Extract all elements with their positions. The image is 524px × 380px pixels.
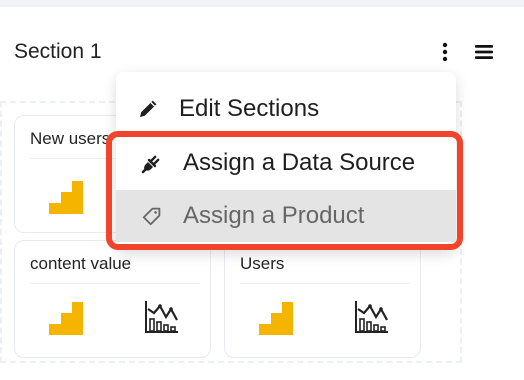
card-title: content value [30,254,132,273]
card-divider [240,283,410,284]
card-divider [30,283,200,284]
pencil-icon [136,97,160,121]
vertical-dots-icon[interactable] [433,40,457,64]
card-title: Users [240,254,285,273]
widget-card-users[interactable]: Users [224,240,421,358]
section-options-menu: Edit Sections Assign a Data Source Assig… [116,72,456,250]
menu-item-label: Assign a Data Source [183,149,416,176]
card-title: New users [30,129,111,148]
plug-icon [140,151,164,175]
menu-item-label: Assign a Product [183,202,365,229]
stairs-icon [45,176,87,218]
menu-item-edit-sections[interactable]: Edit Sections [116,83,456,135]
hamburger-menu-icon[interactable] [472,40,496,64]
stairs-icon [255,297,297,339]
section-title: Section 1 [14,40,102,63]
menu-item-assign-product[interactable]: Assign a Product [116,190,456,242]
menu-item-assign-data-source[interactable]: Assign a Data Source [116,137,456,189]
line-bar-chart-icon [351,295,393,337]
widget-card-content-value[interactable]: content value [14,240,211,358]
line-bar-chart-icon [141,295,183,337]
stairs-icon [45,297,87,339]
dashboard-page: Section 1 New users content value Users … [0,0,524,380]
top-divider [0,0,524,7]
tag-icon [140,204,164,228]
menu-item-label: Edit Sections [179,95,320,122]
